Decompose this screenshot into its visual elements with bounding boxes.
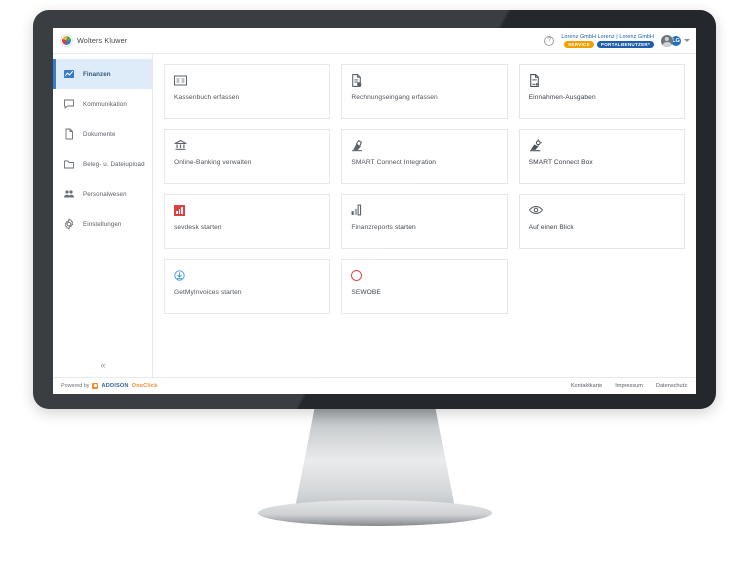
sidebar-collapse-button[interactable]: « bbox=[100, 361, 105, 370]
user-badges: SERVICE PORTALBENUTZER* bbox=[564, 40, 654, 48]
download-circle-icon bbox=[174, 268, 320, 282]
tile-label: SMART Connect Integration bbox=[351, 159, 437, 166]
footer-link-impressum[interactable]: Impressum bbox=[615, 383, 643, 389]
smart-connect-icon bbox=[351, 138, 497, 152]
addison-wordmark: ADDISON bbox=[101, 382, 129, 389]
tile-grid: Kassenbuch erfassen Rechnungseingang erf… bbox=[164, 64, 685, 314]
tile-smart-connect-integration[interactable]: SMART Connect Integration bbox=[341, 129, 508, 184]
account-menu[interactable]: LG bbox=[661, 34, 690, 47]
sidebar-item-label: Einstellungen bbox=[83, 220, 122, 228]
sidebar: Finanzen Kommunikation Dokumente Beleg- … bbox=[53, 54, 153, 377]
tile-sewobe[interactable]: SEWOBE bbox=[341, 259, 508, 314]
sevdesk-logo-icon bbox=[174, 203, 320, 217]
eye-icon bbox=[528, 203, 675, 217]
invoice-document-icon bbox=[351, 73, 497, 87]
oneclick-wordmark: OneClick bbox=[131, 382, 158, 389]
tile-label: Finanzreports starten bbox=[351, 224, 416, 231]
brand[interactable]: Wolters Kluwer bbox=[61, 35, 127, 46]
footer-links: Kontaktkarte Impressum Datenschutz bbox=[571, 383, 687, 389]
monitor-frame: Wolters Kluwer ? Lorenz GmbH Lorenz | Lo… bbox=[33, 10, 716, 409]
tile-label: Kassenbuch erfassen bbox=[174, 94, 240, 101]
app-footer: Powered by ADDISON OneClick Kontaktkarte… bbox=[53, 377, 696, 393]
folder-icon bbox=[63, 158, 75, 170]
tile-rechnungseingang-erfassen[interactable]: Rechnungseingang erfassen bbox=[341, 64, 508, 119]
tile-kassenbuch-erfassen[interactable]: Kassenbuch erfassen bbox=[164, 64, 331, 119]
people-group-icon bbox=[63, 188, 75, 200]
powered-by-label: Powered by bbox=[61, 382, 90, 389]
sidebar-item-finanzen[interactable]: Finanzen bbox=[53, 59, 152, 89]
sidebar-item-beleg-dateiupload[interactable]: Beleg- u. Dateiupload bbox=[53, 149, 152, 179]
tile-label: GetMyInvoices starten bbox=[174, 289, 242, 296]
tile-getmyinvoices-starten[interactable]: GetMyInvoices starten bbox=[164, 259, 331, 314]
tile-auf-einen-blick[interactable]: Auf einen Blick bbox=[518, 194, 685, 249]
smart-connect-box-icon bbox=[529, 138, 675, 152]
sidebar-item-label: Dokumente bbox=[83, 130, 116, 138]
user-name: Lorenz GmbH Lorenz | Lorenz GmbH bbox=[561, 33, 654, 40]
wolters-kluwer-logo-icon bbox=[61, 35, 72, 46]
tile-label: Auf einen Blick bbox=[528, 224, 574, 231]
app-body: Finanzen Kommunikation Dokumente Beleg- … bbox=[53, 54, 696, 377]
sidebar-item-label: Kommunikation bbox=[83, 100, 127, 108]
user-avatar-icon bbox=[661, 34, 673, 47]
bar-chart-icon bbox=[351, 203, 497, 217]
chevron-down-icon[interactable] bbox=[684, 39, 690, 42]
tile-label: Rechnungseingang erfassen bbox=[351, 94, 438, 101]
tile-label: Online-Banking verwalten bbox=[174, 159, 252, 166]
powered-by-block: Powered by ADDISON OneClick bbox=[61, 382, 158, 389]
speech-bubble-icon bbox=[63, 98, 75, 110]
document-page-icon bbox=[63, 128, 75, 140]
monitor-stand-base bbox=[258, 500, 492, 526]
tile-label: SMART Connect Box bbox=[528, 159, 593, 166]
tile-label: SEWOBE bbox=[351, 289, 381, 296]
addison-logo-icon bbox=[92, 382, 99, 389]
tile-online-banking-verwalten[interactable]: Online-Banking verwalten bbox=[164, 129, 331, 184]
status-badge-service: SERVICE bbox=[564, 40, 594, 48]
tile-finanzreports-starten[interactable]: Finanzreports starten bbox=[341, 194, 508, 249]
tile-einnahmen-ausgaben[interactable]: Einnahmen-Ausgaben bbox=[518, 64, 685, 119]
tile-smart-connect-box[interactable]: SMART Connect Box bbox=[518, 129, 685, 184]
finance-chart-icon bbox=[63, 68, 75, 80]
cash-book-icon bbox=[174, 73, 320, 87]
footer-link-datenschutz[interactable]: Datenschutz bbox=[656, 383, 687, 389]
sidebar-item-label: Personalwesen bbox=[83, 190, 127, 198]
sidebar-item-personalwesen[interactable]: Personalwesen bbox=[53, 179, 152, 209]
sewobe-ring-icon bbox=[351, 268, 497, 282]
tile-label: sevdesk starten bbox=[174, 224, 222, 231]
sidebar-item-dokumente[interactable]: Dokumente bbox=[53, 119, 152, 149]
browser-screen: Wolters Kluwer ? Lorenz GmbH Lorenz | Lo… bbox=[53, 28, 696, 394]
bank-building-icon bbox=[174, 138, 320, 152]
header-right: ? Lorenz GmbH Lorenz | Lorenz GmbH SERVI… bbox=[544, 34, 690, 48]
screenshot-stage: Wolters Kluwer ? Lorenz GmbH Lorenz | Lo… bbox=[0, 0, 749, 564]
sidebar-item-kommunikation[interactable]: Kommunikation bbox=[53, 89, 152, 119]
help-question-icon[interactable]: ? bbox=[544, 35, 555, 46]
status-badge-portal: PORTALBENUTZER* bbox=[596, 40, 654, 48]
sidebar-item-label: Finanzen bbox=[83, 70, 111, 78]
gear-icon bbox=[63, 218, 75, 230]
income-expense-document-icon bbox=[529, 73, 675, 87]
footer-link-kontaktkarte[interactable]: Kontaktkarte bbox=[571, 383, 602, 389]
user-info: Lorenz GmbH Lorenz | Lorenz GmbH SERVICE… bbox=[561, 34, 654, 48]
brand-name: Wolters Kluwer bbox=[77, 36, 128, 45]
main-content: Kassenbuch erfassen Rechnungseingang erf… bbox=[153, 54, 696, 377]
tile-sevdesk-starten[interactable]: sevdesk starten bbox=[164, 194, 331, 249]
sidebar-item-einstellungen[interactable]: Einstellungen bbox=[53, 209, 152, 239]
app-header: Wolters Kluwer ? Lorenz GmbH Lorenz | Lo… bbox=[53, 28, 696, 54]
sidebar-item-label: Beleg- u. Dateiupload bbox=[83, 160, 145, 168]
tile-label: Einnahmen-Ausgaben bbox=[528, 94, 596, 101]
